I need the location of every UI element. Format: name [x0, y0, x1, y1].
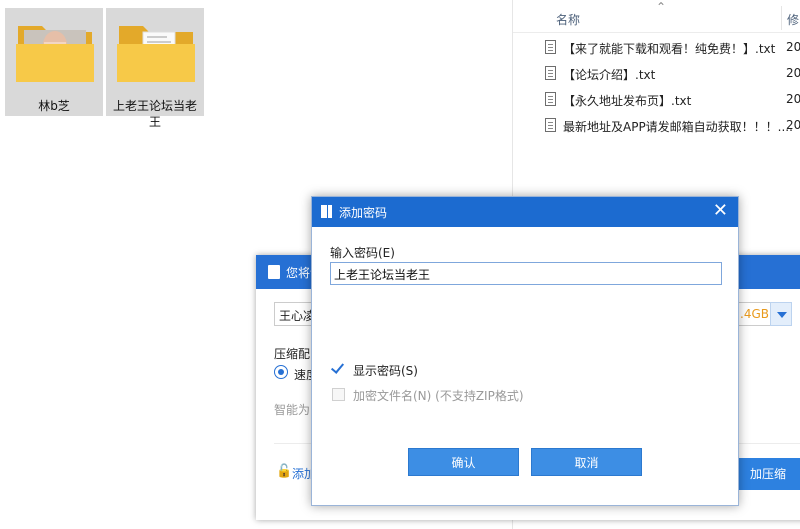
file-row[interactable]: 最新地址及APP请发邮箱自动获取！！！.... 20: [543, 115, 800, 137]
speed-radio[interactable]: [274, 365, 288, 379]
folder-label: 林b芝: [38, 99, 70, 113]
file-row[interactable]: 【论坛介绍】.txt 20: [543, 63, 800, 85]
file-date: 20: [786, 66, 800, 80]
folder-item[interactable]: 林b芝: [5, 8, 103, 116]
confirm-button[interactable]: 确认: [408, 448, 519, 476]
file-name: 【来了就能下载和观看！纯免费！】.txt: [563, 42, 776, 56]
size-dropdown-icon[interactable]: [770, 302, 792, 326]
folder-label: 上老王论坛当老王: [112, 99, 197, 129]
show-password-checkbox[interactable]: [332, 363, 345, 376]
file-row[interactable]: 【永久地址发布页】.txt 20: [543, 89, 800, 111]
start-compress-label: 加压缩: [749, 467, 786, 481]
column-modified[interactable]: 修: [787, 11, 799, 28]
app-logo-icon: [321, 205, 332, 218]
folder-icon: [117, 26, 195, 82]
file-date: 20: [786, 92, 800, 106]
password-input[interactable]: 上老王论坛当老王: [330, 262, 722, 285]
password-dialog-title: 添加密码: [339, 206, 388, 220]
column-name[interactable]: 名称: [556, 11, 580, 28]
file-name: 【永久地址发布页】.txt: [563, 94, 692, 108]
cancel-button[interactable]: 取消: [531, 448, 642, 476]
password-dialog-titlebar[interactable]: 添加密码 ✕: [312, 197, 738, 227]
smart-hint-label: 智能为: [274, 403, 311, 417]
encrypt-filenames-label: 加密文件名(N) (不支持ZIP格式): [353, 389, 524, 403]
text-file-icon: [545, 40, 556, 54]
show-password-label[interactable]: 显示密码(S): [353, 362, 418, 379]
column-header: ⌃ 名称 修: [513, 0, 800, 33]
column-separator[interactable]: [781, 6, 782, 30]
lock-icon[interactable]: 🔓: [276, 464, 292, 479]
encrypt-filenames-checkbox: [332, 388, 345, 401]
file-row[interactable]: 【来了就能下载和观看！纯免费！】.txt 20: [543, 37, 800, 59]
add-password-dialog: 添加密码 ✕ 输入密码(E) 上老王论坛当老王 显示密码(S) 加密文件名(N)…: [311, 196, 739, 506]
app-logo-icon: [268, 265, 280, 279]
close-icon[interactable]: ✕: [713, 201, 728, 221]
split-size-field[interactable]: .4GB: [736, 302, 772, 326]
text-file-icon: [545, 92, 556, 106]
file-date: 20: [786, 40, 800, 54]
folder-item[interactable]: 上老王论坛当老王: [106, 8, 204, 129]
sort-up-icon: ⌃: [656, 0, 667, 14]
folder-thumbnail-icon: [16, 26, 94, 82]
text-file-icon: [545, 118, 556, 132]
password-input-label: 输入密码(E): [330, 246, 395, 260]
file-date: 20: [786, 118, 800, 132]
file-name: 最新地址及APP请发邮箱自动获取！！！....: [563, 120, 793, 134]
compress-config-label: 压缩配: [274, 347, 311, 361]
text-file-icon: [545, 66, 556, 80]
file-name: 【论坛介绍】.txt: [563, 68, 656, 82]
